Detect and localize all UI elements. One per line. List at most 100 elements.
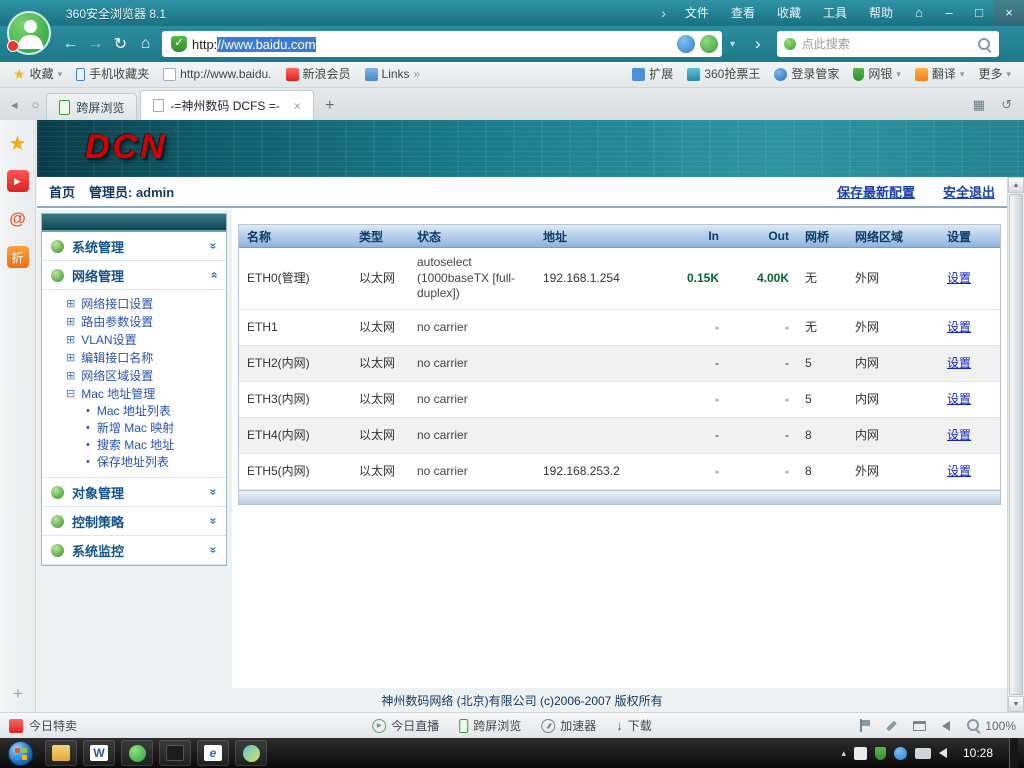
bookmark-mobile-favorites[interactable]: 手机收藏夹	[69, 62, 156, 87]
taskbar-word[interactable]: W	[83, 740, 115, 766]
speed-mode-icon[interactable]	[700, 35, 718, 53]
cross-screen-button[interactable]: 跨屏浏览	[459, 717, 521, 734]
site-safety-shield-icon[interactable]: ✓	[171, 36, 187, 52]
nav-item-interface-settings[interactable]: ⊞ 网络接口设置	[42, 294, 226, 312]
bookmark-sina[interactable]: 新浪会员	[279, 62, 358, 87]
settings-link[interactable]: 设置	[947, 464, 971, 478]
more-button[interactable]: 更多 ▾	[971, 62, 1018, 87]
tab-close-icon[interactable]: ×	[294, 99, 301, 113]
tab-dcfs-active[interactable]: -=神州数码 DCFS =- ×	[140, 90, 314, 120]
login-manager-button[interactable]: 登录管家	[767, 62, 846, 87]
links-more-icon[interactable]: »	[414, 62, 421, 87]
bookmark-links-folder[interactable]: Links »	[358, 62, 428, 87]
nav-item-edit-interface-name[interactable]: ⊞ 编辑接口名称	[42, 348, 226, 366]
reopen-closed-tab-icon[interactable]: ↺	[993, 90, 1020, 120]
refresh-button[interactable]: ↻	[108, 34, 133, 54]
new-tab-button[interactable]: +	[317, 92, 343, 120]
screenshot-icon[interactable]: ▦	[965, 90, 993, 120]
maximize-button[interactable]: □	[964, 0, 994, 26]
taskbar-internet-explorer[interactable]: e	[197, 740, 229, 766]
tray-icon-keyboard[interactable]	[914, 747, 931, 759]
home-icon[interactable]: ⌂	[904, 0, 934, 26]
live-button[interactable]: ▶ 今日直播	[372, 717, 439, 734]
download-button[interactable]: ↓ 下载	[616, 717, 652, 734]
tray-expand-icon[interactable]: ▴	[841, 748, 846, 759]
scroll-up-icon[interactable]: ▲	[1008, 177, 1024, 193]
search-engine-icon[interactable]	[783, 38, 796, 50]
compatibility-mode-icon[interactable]	[677, 35, 695, 53]
settings-link[interactable]: 设置	[947, 271, 971, 285]
nav-section-policy[interactable]: 控制策略 »	[42, 507, 226, 536]
go-button[interactable]: ›	[743, 34, 773, 54]
settings-link[interactable]: 设置	[947, 428, 971, 442]
address-bar[interactable]: ✓ http: //www.baidu.com	[162, 31, 722, 57]
restore-session-icon[interactable]: ○	[25, 90, 47, 120]
tray-icon-ime[interactable]	[853, 746, 867, 760]
vertical-scrollbar[interactable]: ▲ ▼	[1007, 177, 1024, 712]
ticket-grabber-button[interactable]: 360抢票王	[680, 62, 767, 87]
speaker-icon[interactable]	[942, 720, 951, 731]
window-mode-icon[interactable]	[913, 720, 927, 731]
settings-link[interactable]: 设置	[947, 320, 971, 334]
settings-link[interactable]: 设置	[947, 392, 971, 406]
tray-icon-security[interactable]	[874, 746, 886, 760]
tray-icon-volume[interactable]	[938, 748, 947, 758]
pen-icon[interactable]	[886, 720, 898, 731]
nav-item-routing[interactable]: ⊞ 路由参数设置	[42, 312, 226, 330]
extensions-button[interactable]: 扩展	[625, 62, 680, 87]
nav-item-mac-search[interactable]: • 搜索 Mac 地址	[42, 436, 226, 453]
taskbar-app-dark[interactable]	[159, 740, 191, 766]
search-icon[interactable]	[977, 37, 992, 52]
search-input[interactable]	[801, 37, 977, 51]
minimize-button[interactable]: –	[934, 0, 964, 26]
accelerator-button[interactable]: 加速器	[541, 717, 596, 734]
nav-section-objects[interactable]: 对象管理 »	[42, 478, 226, 507]
taskbar-clock[interactable]: 10:28	[955, 746, 1001, 760]
nav-item-mac-management[interactable]: ⊟ Mac 地址管理	[42, 384, 226, 402]
nav-item-vlan[interactable]: ⊞ VLAN设置	[42, 330, 226, 348]
todays-deals-button[interactable]: 今日特卖	[0, 717, 86, 734]
add-sidebar-app-button[interactable]: +	[0, 684, 36, 704]
back-button[interactable]: ←	[58, 35, 83, 53]
menu-help[interactable]: 帮助	[858, 0, 904, 26]
save-config-link[interactable]: 保存最新配置	[837, 182, 915, 201]
favorites-menu[interactable]: ★ 收藏 ▾	[6, 62, 69, 87]
nav-section-monitor[interactable]: 系统监控 »	[42, 536, 226, 565]
start-button[interactable]	[8, 740, 33, 766]
close-button[interactable]: ×	[994, 0, 1024, 26]
menu-view[interactable]: 查看	[720, 0, 766, 26]
nav-section-network[interactable]: 网络管理 »	[42, 261, 226, 290]
taskbar-360-browser[interactable]	[235, 740, 267, 766]
discount-sidebar-icon[interactable]: 折	[6, 246, 29, 268]
logout-link[interactable]: 安全退出	[943, 182, 995, 201]
nav-item-mac-save[interactable]: • 保存地址列表	[42, 453, 226, 470]
forward-button[interactable]: →	[83, 35, 108, 53]
favorites-sidebar-icon[interactable]: ★	[7, 132, 29, 155]
nav-section-system[interactable]: 系统管理 »	[42, 232, 226, 261]
menu-tools[interactable]: 工具	[812, 0, 858, 26]
settings-link[interactable]: 设置	[947, 356, 971, 370]
tab-cross-screen[interactable]: 跨屏浏览	[46, 93, 138, 120]
menu-file[interactable]: 文件	[674, 0, 720, 26]
zoom-control[interactable]: 100%	[966, 718, 1016, 733]
search-box[interactable]	[776, 31, 999, 57]
user-avatar[interactable]	[7, 11, 51, 55]
nav-item-network-zone[interactable]: ⊞ 网络区域设置	[42, 366, 226, 384]
bookmark-baidu[interactable]: http://www.baidu.	[156, 62, 278, 87]
scrollbar-thumb[interactable]	[1009, 194, 1023, 695]
menu-favorites[interactable]: 收藏	[766, 0, 812, 26]
address-dropdown-icon[interactable]: ▾	[722, 39, 743, 50]
menu-collapse-icon[interactable]: ›	[653, 5, 674, 21]
nav-item-mac-add[interactable]: • 新增 Mac 映射	[42, 419, 226, 436]
tab-scroll-left-icon[interactable]: ◂	[4, 90, 25, 120]
taskbar-explorer[interactable]	[45, 740, 77, 766]
taskbar-360-safe[interactable]	[121, 740, 153, 766]
scroll-down-icon[interactable]: ▼	[1008, 696, 1024, 712]
flag-icon[interactable]	[860, 719, 871, 732]
home-button[interactable]: ⌂	[133, 35, 158, 53]
mail-sidebar-icon[interactable]: @	[7, 208, 29, 230]
tray-icon-network[interactable]	[893, 746, 907, 760]
translate-button[interactable]: 翻译 ▾	[908, 62, 972, 87]
nav-item-mac-list[interactable]: • Mac 地址列表	[42, 402, 226, 419]
show-desktop-button[interactable]	[1009, 738, 1018, 768]
